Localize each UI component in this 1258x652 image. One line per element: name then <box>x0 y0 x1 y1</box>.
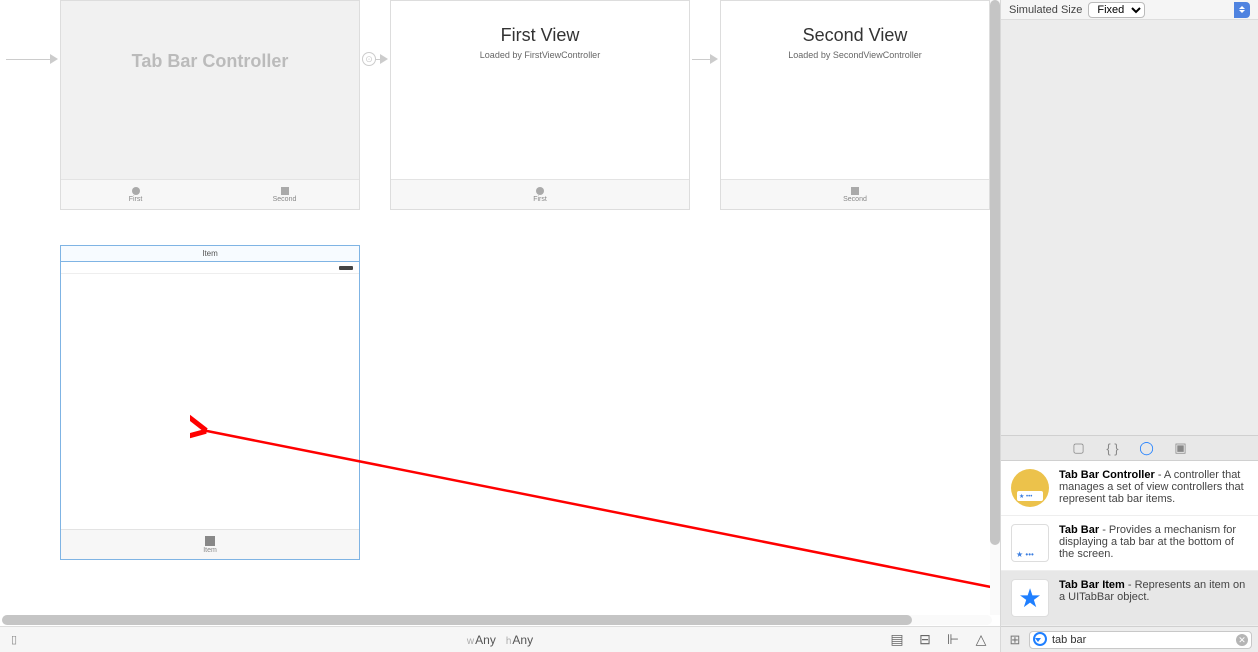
clear-icon[interactable]: ✕ <box>1236 634 1248 646</box>
lib-item-name: Tab Bar Controller <box>1059 469 1155 481</box>
tab-item-second: Second <box>825 180 885 209</box>
tab-bar: Second <box>721 179 989 209</box>
scrollbar-thumb[interactable] <box>2 615 912 625</box>
tab-label: Second <box>273 196 297 203</box>
inspector-body <box>1001 20 1258 435</box>
segue-to-second[interactable] <box>692 49 718 69</box>
size-class-indicator[interactable]: wAny hAny <box>0 633 1000 647</box>
pin-icon[interactable]: ⊩ <box>944 631 962 649</box>
library-filter-input[interactable] <box>1029 631 1252 649</box>
inspector-panel: Simulated Size Fixed ▢ { } ◯ ▣ Tab Bar C… <box>1000 0 1258 652</box>
tab-label: Item <box>203 547 217 554</box>
document-outline-toggle-icon[interactable]: ▯ <box>0 633 28 646</box>
scene-titlebar[interactable]: Item <box>61 246 359 262</box>
lib-item-tab-bar-item[interactable]: ★ Tab Bar Item - Represents an item on a… <box>1001 571 1258 626</box>
tab-bar[interactable]: Item <box>61 529 359 559</box>
media-library-icon[interactable]: ▣ <box>1173 440 1189 456</box>
canvas-bottom-bar: ▯ wAny hAny ▤ ⊟ ⊩ △ <box>0 626 1000 652</box>
tab-label: Second <box>843 196 867 203</box>
scene-second-view[interactable]: Second View Loaded by SecondViewControll… <box>720 0 990 210</box>
chevron-updown-icon <box>1234 2 1250 18</box>
scene-subtitle: Loaded by SecondViewController <box>721 50 989 60</box>
tab-bar-icon <box>1011 524 1049 562</box>
lib-item-tab-bar-controller[interactable]: Tab Bar Controller - A controller that m… <box>1001 461 1258 516</box>
file-template-icon[interactable]: ▢ <box>1071 440 1087 456</box>
code-snippet-icon[interactable]: { } <box>1105 440 1121 456</box>
grid-view-icon[interactable]: ⊞ <box>1007 632 1023 648</box>
scene-title: Second View <box>721 25 989 46</box>
circle-icon <box>536 187 544 195</box>
tab-label: First <box>129 196 143 203</box>
tab-item-first: First <box>510 180 570 209</box>
lib-item-name: Tab Bar <box>1059 524 1099 536</box>
w-prefix: w <box>467 636 474 647</box>
scene-title: Tab Bar Controller <box>61 51 359 72</box>
library-tabs: ▢ { } ◯ ▣ <box>1001 435 1258 461</box>
object-library-icon[interactable]: ◯ <box>1139 440 1155 456</box>
scene-new-item[interactable]: Item Item <box>60 245 360 560</box>
circle-icon <box>132 187 140 195</box>
vertical-scrollbar[interactable] <box>990 0 1000 615</box>
tab-bar-item-icon: ★ <box>1011 579 1049 617</box>
library-filter-bar: ⊞ ✕ <box>1001 626 1258 652</box>
w-val: Any <box>475 633 496 647</box>
square-icon <box>205 536 215 546</box>
search-icon <box>1033 632 1047 646</box>
align-icon[interactable]: ⊟ <box>916 631 934 649</box>
stack-icon[interactable]: ▤ <box>888 631 906 649</box>
h-prefix: h <box>506 636 512 647</box>
tab-item-item[interactable]: Item <box>180 530 240 559</box>
tab-bar: First <box>391 179 689 209</box>
h-val: Any <box>512 633 533 647</box>
tab-bar: First Second <box>61 179 359 209</box>
tab-item-second: Second <box>210 180 359 209</box>
scene-subtitle: Loaded by FirstViewController <box>391 50 689 60</box>
object-library-list[interactable]: Tab Bar Controller - A controller that m… <box>1001 461 1258 626</box>
scene-title: First View <box>391 25 689 46</box>
initial-vc-arrow <box>6 49 58 69</box>
simulated-size-label: Simulated Size <box>1009 4 1082 16</box>
status-bar <box>61 262 359 274</box>
interface-builder-canvas[interactable]: Tab Bar Controller First Second ⊙ First … <box>0 0 1000 652</box>
scene-tab-bar-controller[interactable]: Tab Bar Controller First Second <box>60 0 360 210</box>
lib-item-name: Tab Bar Item <box>1059 579 1125 591</box>
simulated-size-select[interactable]: Fixed <box>1088 2 1145 18</box>
simulated-size-row: Simulated Size Fixed <box>1001 0 1258 20</box>
tab-bar-controller-icon <box>1011 469 1049 507</box>
tab-item-first: First <box>61 180 210 209</box>
horizontal-scrollbar[interactable] <box>2 615 992 625</box>
square-icon <box>851 187 859 195</box>
segue-to-first[interactable]: ⊙ <box>362 49 388 69</box>
lib-item-tab-bar[interactable]: Tab Bar - Provides a mechanism for displ… <box>1001 516 1258 571</box>
tab-label: First <box>533 196 547 203</box>
square-icon <box>281 187 289 195</box>
scrollbar-thumb[interactable] <box>990 0 1000 545</box>
resolve-issues-icon[interactable]: △ <box>972 631 990 649</box>
scene-first-view[interactable]: First View Loaded by FirstViewController… <box>390 0 690 210</box>
